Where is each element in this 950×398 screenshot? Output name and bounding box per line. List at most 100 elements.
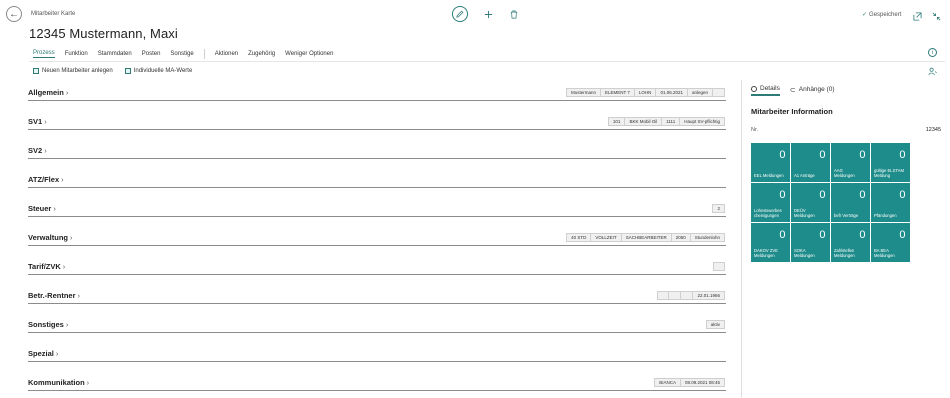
personalize-icon [928,67,937,76]
chevron-right-icon: › [62,262,66,271]
section-summary [713,262,725,271]
summary-chip: 40 STD [566,233,592,242]
document-icon [124,68,131,74]
section-title: Tarif/ZVK › [28,262,65,271]
personalize-button[interactable] [928,67,937,76]
cue-tile-deuev[interactable]: 0 DEÜV Meldungen [791,183,830,222]
action-stammdaten[interactable]: Stammdaten [98,51,132,57]
cue-count: 0 [819,229,826,241]
cue-count: 0 [859,229,866,241]
section-label: Verwaltung [28,233,69,242]
summary-chip: BKK Mobil Oil [625,117,663,126]
cue-label: Pfändungen [874,212,897,218]
section-sv1[interactable]: SV1 › 101 BKK Mobil Oil 1111 Haupt SV-pfl… [28,114,726,130]
cue-tile-eel[interactable]: 0 EEL Meldungen [751,143,790,182]
section-summary: 101 BKK Mobil Oil 1111 Haupt SV-pflichti… [607,117,725,126]
cue-label: gültige ELSTAM Meldung [874,167,904,178]
cue-tile-befr-vertraege[interactable]: 0 befr Verträge [831,183,870,222]
section-summary: 2 [712,204,725,213]
cue-tile-ba-bea[interactable]: 0 BA BEA Meldungen [871,223,910,262]
edit-button[interactable] [452,6,468,22]
cue-label: AAG Meldungen [834,167,855,178]
collapse-button[interactable] [932,8,941,21]
factbox-pane: Details ⊂ Anhänge (0) Mitarbeiter Informa… [741,80,945,398]
summary-chip: 101 [607,117,626,126]
section-title: Betr.-Rentner › [28,291,80,300]
cue-tile-zahlstellen[interactable]: 0 Zahlstellen Meldungen [831,223,870,262]
cue-count: 0 [779,189,786,201]
tab-details[interactable]: Details [751,85,780,96]
new-employee-label: Neuen Mitarbeiter anlegen [42,68,113,74]
delete-button[interactable] [508,7,520,21]
summary-chip [681,291,694,300]
open-new-window-button[interactable] [913,8,922,21]
section-title: ATZ/Flex › [28,175,64,184]
action-zugehoerig[interactable]: Zugehörig [248,51,275,57]
action-weniger-optionen[interactable]: Weniger Optionen [285,51,333,57]
cue-tile-a1[interactable]: 0 A1 Anträge [791,143,830,182]
cue-count: 0 [819,149,826,161]
cue-tile-soka[interactable]: 0 SOKA Meldungen [791,223,830,262]
individual-values-label: Individuelle MA-Werte [133,68,193,74]
new-employee-action[interactable]: Neuen Mitarbeiter anlegen [33,68,113,74]
chevron-right-icon: › [86,378,90,387]
summary-chip: ELEMENT 7 [600,88,635,97]
back-button[interactable]: ← [6,6,22,22]
info-circle-icon [751,85,757,92]
window-controls [913,8,941,21]
factbox-heading: Mitarbeiter Information [751,107,833,116]
new-button[interactable] [482,7,494,21]
summary-chip [713,88,725,97]
section-kommunikation[interactable]: Kommunikation › BIANCA 08.09.2021 08:45 [28,375,726,391]
individual-values-action[interactable]: Individuelle MA-Werte [124,68,193,74]
section-atz-flex[interactable]: ATZ/Flex › [28,172,726,188]
section-spezial[interactable]: Spezial › [28,346,726,362]
action-posten[interactable]: Posten [142,51,161,57]
info-icon[interactable]: i [928,48,937,57]
section-verwaltung[interactable]: Verwaltung › 40 STD VOLLZEIT SACHBEARBEIT… [28,230,726,246]
top-bar: ← Mitarbeiter Karte ✓ Gespeichert [0,0,950,26]
tab-attachments[interactable]: ⊂ Anhänge (0) [790,85,835,96]
action-sonstige[interactable]: Sonstige [170,51,193,57]
cue-tile-lohnsteuer[interactable]: 0 Lohnsteuerbes cheinigungen [751,183,790,222]
summary-chip: Stundenlohn [690,233,725,242]
section-label: SV1 [28,117,43,126]
section-betr-rentner[interactable]: Betr.-Rentner › 22.01.1966 [28,288,726,304]
chevron-right-icon: › [77,291,81,300]
action-prozess[interactable]: Prozess [33,50,55,58]
page-title: 12345 Mustermann, Maxi [29,26,178,41]
section-tarif-zvk[interactable]: Tarif/ZVK › [28,259,726,275]
section-label: Sonstiges [28,320,64,329]
section-label: Kommunikation [28,378,85,387]
cue-label: DAKOV ZVE Meldungen [754,247,778,258]
section-summary: aktiv [705,320,725,329]
summary-chip: SACHBEARBEITER [621,233,672,242]
cue-tile-aag[interactable]: 0 AAG Meldungen [831,143,870,182]
section-allgemein[interactable]: Allgemein › Mustermann ELEMENT 7 LOHN 01.… [28,85,726,101]
section-sonstiges[interactable]: Sonstiges › aktiv [28,317,726,333]
summary-chip [657,291,670,300]
section-sv2[interactable]: SV2 › [28,143,726,159]
plus-icon [484,10,492,18]
summary-chip: 1111 [662,117,681,126]
cue-label: befr Verträge [834,212,859,218]
cue-tile-pfaendungen[interactable]: 0 Pfändungen [871,183,910,222]
action-funktion[interactable]: Funktion [65,51,88,57]
section-label: SV2 [28,146,43,155]
cue-tiles: 0 EEL Meldungen 0 A1 Anträge 0 AAG Meldunge… [751,143,910,262]
section-title: Sonstiges › [28,320,68,329]
action-separator [203,49,205,59]
action-aktionen[interactable]: Aktionen [215,51,238,57]
chevron-right-icon: › [55,349,59,358]
cue-label: A1 Anträge [794,172,815,178]
nr-label: Nr. [751,127,759,133]
cue-tile-elstam[interactable]: 0 gültige ELSTAM Meldung [871,143,910,182]
nr-value[interactable]: 12345 [926,127,941,133]
cue-label: BA BEA Meldungen [874,247,895,258]
section-label: Betr.-Rentner [28,291,76,300]
section-steuer[interactable]: Steuer › 2 [28,201,726,217]
breadcrumb: Mitarbeiter Karte [31,11,76,17]
section-label: ATZ/Flex [28,175,60,184]
section-summary: 40 STD VOLLZEIT SACHBEARBEITER 2050 Stun… [566,233,725,242]
cue-tile-dakov[interactable]: 0 DAKOV ZVE Meldungen [751,223,790,262]
